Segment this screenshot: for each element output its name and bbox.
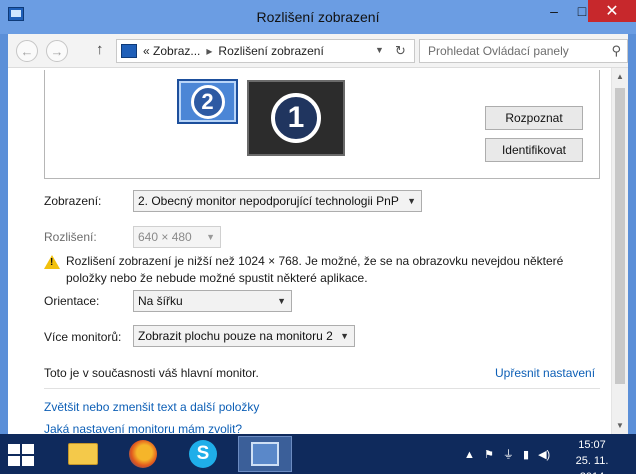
display-select-value: 2. Obecný monitor nepodporující technolo… (138, 194, 399, 208)
chevron-down-icon: ▼ (407, 196, 416, 206)
control-panel-window: Rozlišení zobrazení – □ ✕ ← → ↑ « Zobraz… (0, 0, 636, 434)
orientation-label: Orientace: (44, 294, 100, 308)
control-panel-icon (121, 44, 137, 58)
taskbar-explorer-button[interactable] (56, 436, 110, 472)
main-monitor-text: Toto je v současnosti váš hlavní monitor… (44, 366, 259, 380)
detect-button[interactable]: Rozpoznat (485, 106, 583, 130)
scroll-down-icon[interactable]: ▼ (616, 421, 624, 430)
resolution-select-value: 640 × 480 (138, 230, 192, 244)
breadcrumb-separator: ▸ (206, 44, 213, 58)
multi-monitor-label: Více monitorů: (44, 330, 122, 344)
chevron-down-icon: ▼ (206, 232, 215, 242)
chevron-up-icon[interactable]: ▲ (464, 449, 475, 461)
orientation-select[interactable]: Na šířku ▼ (133, 290, 292, 312)
refresh-icon[interactable]: ↻ (395, 43, 406, 59)
address-dropdown-icon[interactable]: ▼ (375, 45, 384, 55)
volume-icon[interactable]: ◀) (538, 449, 550, 461)
control-panel-icon (251, 442, 279, 466)
multi-monitor-select[interactable]: Zobrazit plochu pouze na monitoru 2 ▼ (133, 325, 355, 347)
display-label: Zobrazení: (44, 194, 102, 208)
system-tray: ▲ ⚑ ⏚ ▮ ◀) (464, 446, 556, 462)
search-icon[interactable]: ⚲ (611, 43, 621, 59)
resize-text-link[interactable]: Zvětšit nebo zmenšit text a další položk… (44, 400, 259, 414)
warning-exclamation: ! (50, 257, 54, 268)
multi-monitor-select-value: Zobrazit plochu pouze na monitoru 2 (138, 329, 333, 343)
monitor-arrangement-panel: 2 1 Rozpoznat Identifikovat (44, 70, 600, 179)
usb-icon[interactable]: ⏚ (503, 449, 514, 461)
divider (44, 388, 600, 389)
breadcrumb-item-current[interactable]: Rozlišení zobrazení (218, 44, 323, 58)
resolution-warning-text: Rozlišení zobrazení je nižší než 1024 × … (66, 254, 564, 285)
back-button[interactable]: ← (16, 40, 38, 62)
address-bar[interactable]: « Zobraz... ▸ Rozlišení zobrazení ▼ ↻ (116, 39, 415, 63)
skype-icon: S (189, 440, 217, 468)
search-input[interactable]: Prohledat Ovládací panely (428, 44, 569, 58)
search-box[interactable]: Prohledat Ovládací panely ⚲ (419, 39, 628, 63)
taskbar-skype-button[interactable]: S (176, 436, 230, 472)
vertical-scrollbar[interactable]: ▲ ▼ (611, 68, 628, 434)
taskbar-firefox-button[interactable] (116, 436, 170, 472)
monitor-2-tile[interactable]: 2 (177, 79, 238, 124)
title-bar[interactable]: Rozlišení zobrazení – □ ✕ (0, 0, 636, 34)
identify-button[interactable]: Identifikovat (485, 138, 583, 162)
clock-time: 15:07 (578, 439, 606, 451)
folder-icon (68, 443, 98, 465)
windows-logo-icon[interactable] (8, 444, 36, 466)
which-settings-link[interactable]: Jaká nastavení monitoru mám zvolit? (44, 422, 242, 434)
advanced-settings-link[interactable]: Upřesnit nastavení (495, 366, 595, 380)
close-button[interactable]: ✕ (588, 0, 636, 22)
flag-icon[interactable]: ⚑ (484, 449, 494, 461)
network-icon[interactable]: ▮ (523, 449, 529, 461)
clock-date: 25. 11. 2014 (575, 455, 609, 474)
monitor-2-number: 2 (190, 84, 225, 119)
chevron-down-icon: ▼ (277, 296, 286, 306)
navigation-bar: ← → ↑ « Zobraz... ▸ Rozlišení zobrazení ▼ … (8, 34, 628, 68)
taskbar-control-panel-button[interactable] (238, 436, 292, 472)
resolution-select: 640 × 480 ▼ (133, 226, 221, 248)
resolution-label: Rozlišení: (44, 230, 97, 244)
minimize-button[interactable]: – (540, 0, 568, 22)
forward-button[interactable]: → (46, 40, 68, 62)
monitor-1-number: 1 (271, 93, 321, 143)
monitor-1-tile[interactable]: 1 (247, 80, 345, 156)
display-select[interactable]: 2. Obecný monitor nepodporující technolo… (133, 190, 422, 212)
breadcrumb-prefix[interactable]: « (143, 44, 150, 58)
breadcrumb-item-parent[interactable]: Zobraz... (153, 44, 200, 58)
scroll-up-icon[interactable]: ▲ (616, 72, 624, 81)
firefox-icon (129, 440, 157, 468)
client-area: ← → ↑ « Zobraz... ▸ Rozlišení zobrazení ▼ … (8, 34, 628, 434)
clock[interactable]: 15:07 25. 11. 2014 (562, 437, 622, 474)
up-button[interactable]: ↑ (96, 41, 104, 58)
chevron-down-icon: ▼ (340, 331, 349, 341)
orientation-select-value: Na šířku (138, 294, 183, 308)
taskbar: S ▲ ⚑ ⏚ ▮ ◀) 15:07 25. 11. 2014 (0, 434, 636, 474)
breadcrumb: « Zobraz... ▸ Rozlišení zobrazení (143, 44, 324, 58)
scrollbar-thumb[interactable] (615, 88, 625, 384)
